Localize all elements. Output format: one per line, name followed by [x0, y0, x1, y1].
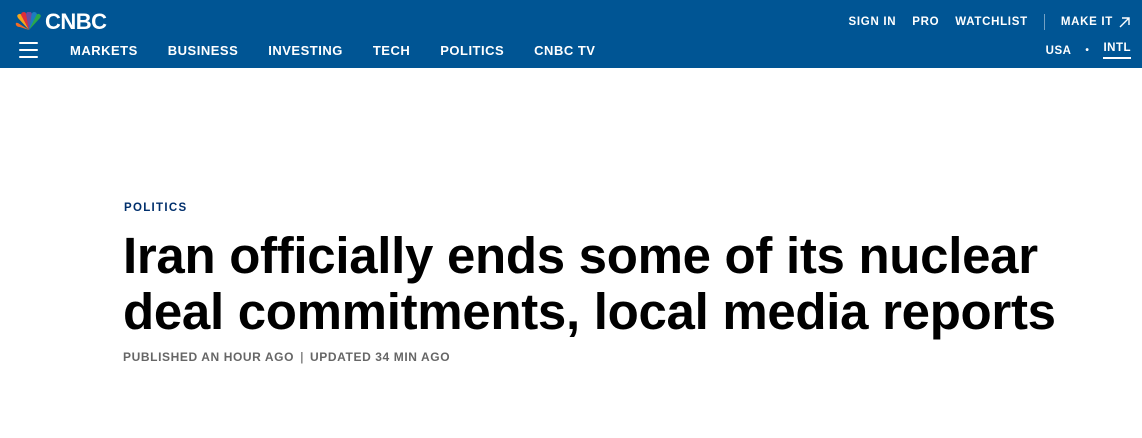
nav-item-cnbc-tv[interactable]: CNBC TV — [534, 44, 595, 58]
main-nav: MARKETS BUSINESS INVESTING TECH POLITICS… — [70, 44, 625, 58]
make-it-label: MAKE IT — [1060, 16, 1113, 28]
make-it-link[interactable]: MAKE IT — [1061, 16, 1130, 28]
nav-item-tech[interactable]: TECH — [373, 44, 410, 58]
region-intl-link[interactable]: INTL — [1103, 42, 1131, 59]
nav-item-investing[interactable]: INVESTING — [268, 44, 343, 58]
logo-text: CNBC — [45, 9, 107, 34]
article-timestamps: PUBLISHED AN HOUR AGO | UPDATED 34 MIN AGO — [123, 350, 1083, 364]
updated-time: UPDATED 34 MIN AGO — [310, 350, 451, 364]
hamburger-icon[interactable] — [19, 42, 38, 58]
sign-in-link[interactable]: SIGN IN — [849, 16, 897, 28]
cnbc-logo[interactable]: CNBC — [14, 11, 107, 33]
site-header: CNBC MARKETS BUSINESS INVESTING TECH POL… — [0, 0, 1142, 68]
nav-item-politics[interactable]: POLITICS — [440, 44, 504, 58]
region-separator: • — [1085, 45, 1090, 56]
nav-item-markets[interactable]: MARKETS — [70, 44, 138, 58]
region-switcher: USA • INTL — [1046, 42, 1131, 59]
watchlist-link[interactable]: WATCHLIST — [955, 16, 1028, 28]
timestamp-separator: | — [300, 350, 305, 364]
region-usa-link[interactable]: USA — [1046, 45, 1072, 57]
article-headline: Iran officially ends some of its nuclear… — [123, 227, 1056, 340]
article-header: POLITICS Iran officially ends some of it… — [123, 198, 1083, 364]
utility-links: SIGN IN PRO WATCHLIST MAKE IT — [833, 14, 1130, 30]
section-label[interactable]: POLITICS — [124, 202, 187, 214]
published-time: PUBLISHED AN HOUR AGO — [123, 350, 295, 364]
pro-link[interactable]: PRO — [912, 16, 939, 28]
divider — [1043, 14, 1045, 30]
peacock-icon — [15, 12, 41, 30]
nav-item-business[interactable]: BUSINESS — [168, 44, 238, 58]
arrow-up-right-icon — [1119, 16, 1130, 27]
